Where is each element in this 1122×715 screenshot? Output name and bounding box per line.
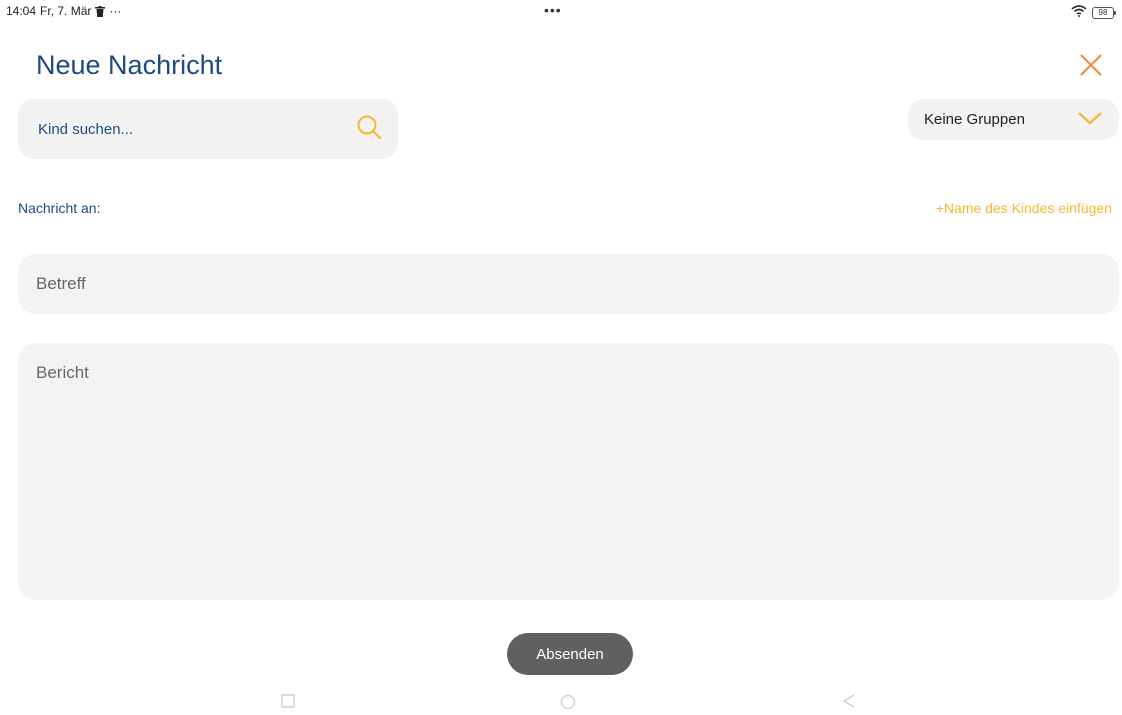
- status-bar-left: 14:04 Fr, 7. Mär ···: [6, 4, 121, 18]
- recipient-label: Nachricht an:: [18, 200, 101, 216]
- close-icon: [1080, 54, 1102, 76]
- wifi-icon: [1071, 4, 1087, 22]
- message-body-field[interactable]: [18, 343, 1119, 600]
- status-bar-right: 98: [1071, 4, 1116, 22]
- status-time: 14:04: [6, 4, 37, 18]
- status-more: ···: [109, 4, 122, 18]
- subject-field[interactable]: [18, 254, 1119, 314]
- insert-child-name-link[interactable]: +Name des Kindes einfügen: [936, 200, 1112, 216]
- group-dropdown-value: Keine Gruppen: [924, 111, 1025, 128]
- battery-indicator: 98: [1092, 7, 1116, 19]
- search-icon[interactable]: [356, 114, 382, 145]
- trash-icon: [95, 5, 106, 17]
- page-title: Neue Nachricht: [36, 50, 223, 80]
- status-date: Fr, 7. Mär: [40, 4, 92, 18]
- send-button[interactable]: Absenden: [507, 633, 633, 675]
- child-search-box: [18, 99, 398, 159]
- status-center-dots: •••: [544, 2, 562, 18]
- child-search-input[interactable]: [36, 119, 356, 139]
- back-nav-icon[interactable]: [842, 694, 856, 713]
- chevron-down-icon: [1077, 110, 1103, 130]
- close-button[interactable]: [1078, 52, 1104, 78]
- recents-nav-icon[interactable]: [281, 694, 295, 713]
- group-dropdown[interactable]: Keine Gruppen: [908, 99, 1119, 140]
